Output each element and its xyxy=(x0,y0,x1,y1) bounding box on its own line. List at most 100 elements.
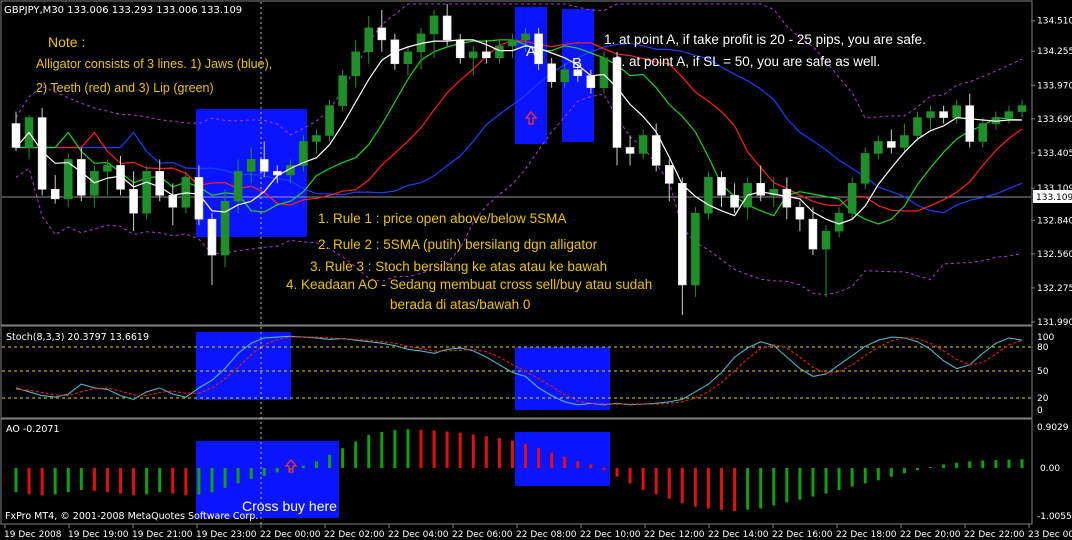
candle-body xyxy=(1004,111,1014,118)
candle-body xyxy=(730,194,739,208)
candle-body xyxy=(821,230,831,250)
time-tick-label: 22 Dec 10:00 xyxy=(580,530,641,540)
candle-body xyxy=(142,171,151,214)
candle-body xyxy=(939,111,948,118)
candle-body xyxy=(377,27,387,41)
time-tick-label: 22 Dec 08:00 xyxy=(516,530,577,540)
candle-body xyxy=(325,105,334,136)
candle-body xyxy=(442,15,452,41)
price-badge: 133.109 xyxy=(1036,193,1072,203)
time-tick-label: 19 Dec 2008 xyxy=(4,530,62,540)
price-tick-label: 133.690 xyxy=(1037,115,1072,125)
candle-body xyxy=(834,212,844,232)
candle-body xyxy=(103,165,112,172)
time-tick-label: 22 Dec 20:00 xyxy=(900,530,961,540)
stoch-panel-title: Stoch(8,3,3) 20.3797 13.6619 xyxy=(6,332,149,343)
candle-body xyxy=(913,117,922,136)
rule-2: 2. Rule 2 : 5SMA (putih) bersilang dgn a… xyxy=(318,237,598,252)
candle-body xyxy=(482,51,491,59)
time-tick-label: 23 Dec 00:00 xyxy=(1028,530,1072,540)
price-tick-label: 133.405 xyxy=(1037,149,1072,159)
time-tick-label: 19 Dec 23:00 xyxy=(196,530,257,540)
candle-body xyxy=(586,75,596,88)
candle-body xyxy=(181,177,191,208)
time-tick-label: 22 Dec 14:00 xyxy=(708,530,769,540)
candle-body xyxy=(887,141,896,148)
candle-body xyxy=(351,51,360,77)
price-tick-label: 132.275 xyxy=(1037,284,1072,294)
candle-body xyxy=(691,212,700,286)
trading-chart[interactable]: GBPJPY,M30 133.006 133.293 133.006 133.1… xyxy=(0,0,1072,540)
ao-exit-zone xyxy=(515,432,610,486)
candle-body xyxy=(1017,105,1027,112)
candle-body xyxy=(808,218,818,250)
time-tick-label: 22 Dec 22:00 xyxy=(964,530,1025,540)
price-tick-label: 134.510 xyxy=(1037,17,1072,27)
footer-copyright: FxPro MT4, © 2001-2008 MetaQuotes Softwa… xyxy=(5,511,258,522)
price-tick-label: 132.840 xyxy=(1037,216,1072,226)
candle-body xyxy=(508,39,517,47)
candle-body xyxy=(129,189,138,214)
candle-body xyxy=(429,15,439,35)
ao-tick-top: 0.9029 xyxy=(1037,423,1069,433)
note-line-1: Alligator consists of 3 lines. 1) Jaws (… xyxy=(36,57,272,71)
candle-body xyxy=(116,165,125,190)
candle-body xyxy=(952,105,961,118)
time-tick-label: 22 Dec 04:00 xyxy=(388,530,449,540)
candle-body xyxy=(560,69,570,83)
candle-body xyxy=(63,159,73,200)
candle-body xyxy=(926,111,935,118)
time-tick-label: 22 Dec 18:00 xyxy=(836,530,897,540)
candle-body xyxy=(782,189,792,208)
candle-body xyxy=(625,147,635,154)
candle-body xyxy=(599,57,609,88)
price-tick-label: 133.109 xyxy=(1037,184,1072,194)
candle-body xyxy=(847,183,857,214)
candle-body xyxy=(468,51,478,59)
candle-body xyxy=(168,194,178,208)
candle-body xyxy=(717,177,726,196)
candle-body xyxy=(403,51,413,65)
stoch-tick-50: 50 xyxy=(1037,367,1049,377)
time-tick-label: 19 Dec 21:00 xyxy=(132,530,193,540)
time-tick-label: 22 Dec 00:00 xyxy=(260,530,321,540)
candle-body xyxy=(664,165,674,184)
candle-body xyxy=(155,171,165,196)
candle-body xyxy=(259,159,269,172)
candle-body xyxy=(246,159,256,172)
candle-body xyxy=(900,135,909,148)
stop-loss-note: 2. at point A, if SL = 50, you are safe … xyxy=(614,54,880,69)
candle-body xyxy=(651,135,661,166)
candle-body xyxy=(547,63,556,83)
candle-body xyxy=(612,57,622,148)
rule-1: 1. Rule 1 : price open above/below 5SMA xyxy=(318,211,566,226)
time-tick-label: 22 Dec 12:00 xyxy=(644,530,705,540)
candle-body xyxy=(704,177,713,214)
ao-tick-zero: 0.00 xyxy=(1040,464,1060,474)
ao-panel-title: AO -0.2071 xyxy=(6,424,60,435)
rule-4-line-2: berada di atas/bawah 0 xyxy=(390,297,530,312)
stoch-entry-zone xyxy=(196,332,291,400)
take-profit-note: 1. at point A, if take profit is 20 - 25… xyxy=(604,32,926,47)
time-tick-label: 22 Dec 06:00 xyxy=(452,530,513,540)
candle-body xyxy=(455,39,465,59)
time-tick-label: 19 Dec 19:00 xyxy=(68,530,129,540)
note-line-2: 2) Teeth (red) and 3) Lip (green) xyxy=(36,81,214,95)
candle-body xyxy=(77,159,86,196)
point-a-label: A xyxy=(526,43,536,60)
note-title: Note : xyxy=(48,34,85,50)
rule-4-line-1: 4. Keadaan AO - Sedang membuat cross sel… xyxy=(286,277,652,292)
time-tick-label: 22 Dec 16:00 xyxy=(772,530,833,540)
candle-body xyxy=(756,183,766,196)
candle-body xyxy=(978,123,988,142)
rule-3: 3. Rule 3 : Stoch bersilang ke atas atau… xyxy=(310,259,607,274)
price-tick-label: 134.255 xyxy=(1037,47,1072,57)
stoch-tick-100: 100 xyxy=(1037,333,1054,343)
candle-body xyxy=(233,171,243,202)
price-tick-label: 133.970 xyxy=(1037,81,1072,91)
candle-body xyxy=(873,141,883,154)
stoch-tick-80: 80 xyxy=(1037,343,1049,353)
candle-body xyxy=(965,105,975,142)
candle-body xyxy=(678,183,687,286)
candle-body xyxy=(220,200,230,256)
